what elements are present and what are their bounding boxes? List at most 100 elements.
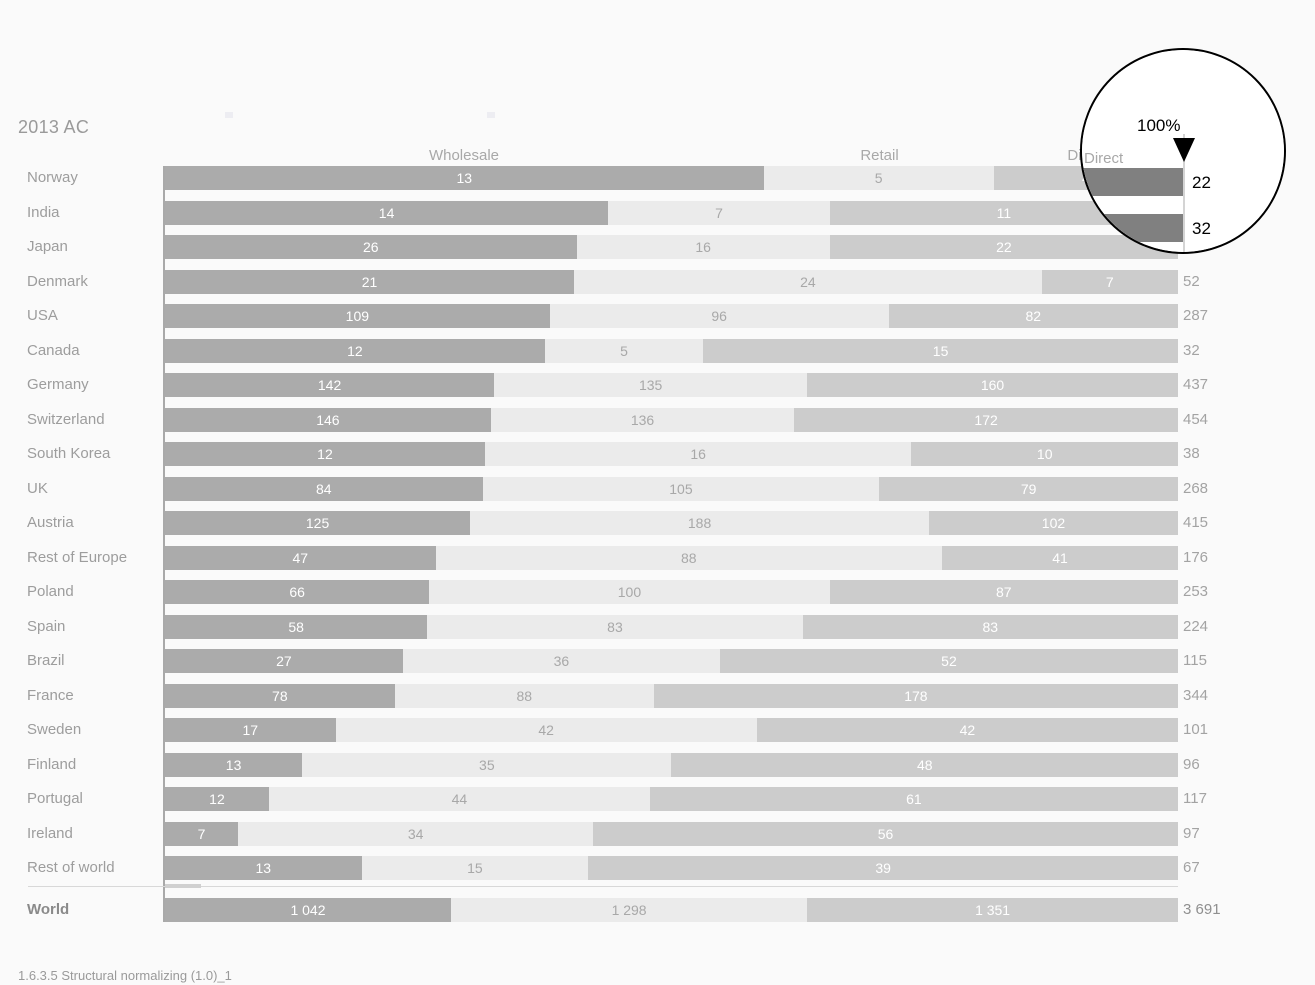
bar-segment-direct[interactable]: 41 (942, 546, 1178, 570)
bar-segment-direct[interactable]: 160 (807, 373, 1178, 397)
stacked-bar[interactable]: 66 100 87 (165, 580, 1178, 604)
bar-segment-retail[interactable]: 100 (429, 580, 830, 604)
bar-segment-wholesale[interactable]: 27 (165, 649, 403, 673)
table-row[interactable]: Sweden 17 42 42 101 (27, 718, 1208, 742)
stacked-bar[interactable]: 47 88 41 (165, 546, 1178, 570)
bar-segment-wholesale[interactable]: 13 (165, 753, 303, 777)
stacked-bar[interactable]: 14 7 11 (165, 201, 1178, 225)
bar-segment-wholesale[interactable]: 14 (165, 201, 609, 225)
bar-segment-retail[interactable]: 105 (482, 477, 880, 501)
bar-segment-retail[interactable]: 24 (574, 270, 1042, 294)
bar-segment-direct[interactable]: 1 351 (807, 898, 1178, 922)
bar-segment-direct[interactable]: 4 (993, 166, 1178, 190)
stacked-bar[interactable]: 125 188 102 (165, 511, 1178, 535)
bar-segment-retail[interactable]: 96 (549, 304, 889, 328)
bar-segment-wholesale[interactable]: 17 (165, 718, 336, 742)
bar-segment-direct[interactable]: 83 (802, 615, 1178, 639)
bar-segment-retail[interactable]: 88 (394, 684, 654, 708)
bar-segment-wholesale[interactable]: 12 (165, 787, 269, 811)
table-row[interactable]: Portugal 12 44 61 117 (27, 787, 1207, 811)
bar-segment-retail[interactable]: 135 (494, 373, 808, 397)
table-row[interactable]: World 1 042 1 298 1 351 3 691 (27, 898, 1221, 922)
bar-segment-retail[interactable]: 188 (470, 511, 929, 535)
bar-segment-wholesale[interactable]: 12 (165, 339, 545, 363)
bar-segment-wholesale[interactable]: 78 (165, 684, 395, 708)
table-row[interactable]: Japan 26 16 22 64 (27, 235, 1200, 259)
bar-segment-wholesale[interactable]: 13 (165, 856, 362, 880)
bar-segment-retail[interactable]: 34 (238, 822, 594, 846)
bar-segment-retail[interactable]: 83 (427, 615, 803, 639)
bar-segment-wholesale[interactable]: 21 (165, 270, 575, 294)
stacked-bar[interactable]: 13 35 48 (165, 753, 1178, 777)
bar-segment-retail[interactable]: 16 (576, 235, 830, 259)
bar-segment-retail[interactable]: 7 (608, 201, 830, 225)
stacked-bar[interactable]: 78 88 178 (165, 684, 1178, 708)
table-row[interactable]: Canada 12 5 15 32 (27, 339, 1200, 363)
table-row[interactable]: Denmark 21 24 7 52 (27, 270, 1200, 294)
table-row[interactable]: Rest of world 13 15 39 67 (27, 856, 1200, 880)
bar-segment-direct[interactable]: 15 (703, 339, 1178, 363)
bar-segment-retail[interactable]: 15 (361, 856, 589, 880)
table-row[interactable]: Finland 13 35 48 96 (27, 753, 1200, 777)
bar-segment-retail[interactable]: 44 (268, 787, 650, 811)
bar-segment-wholesale[interactable]: 1 042 (165, 898, 451, 922)
table-row[interactable]: Rest of Europe 47 88 41 176 (27, 546, 1208, 570)
bar-segment-direct[interactable]: 87 (829, 580, 1178, 604)
table-row[interactable]: Germany 142 135 160 437 (27, 373, 1208, 397)
stacked-bar[interactable]: 1 042 1 298 1 351 (165, 898, 1178, 922)
bar-segment-retail[interactable]: 35 (302, 753, 672, 777)
table-row[interactable]: South Korea 12 16 10 38 (27, 442, 1200, 466)
stacked-bar[interactable]: 58 83 83 (165, 615, 1178, 639)
table-row[interactable]: Spain 58 83 83 224 (27, 615, 1208, 639)
bar-segment-direct[interactable]: 42 (756, 718, 1178, 742)
table-row[interactable]: UK 84 105 79 268 (27, 477, 1208, 501)
bar-segment-wholesale[interactable]: 84 (165, 477, 483, 501)
bar-segment-retail[interactable]: 5 (544, 339, 704, 363)
bar-segment-wholesale[interactable]: 47 (165, 546, 436, 570)
bar-segment-wholesale[interactable]: 7 (165, 822, 239, 846)
stacked-bar[interactable]: 17 42 42 (165, 718, 1178, 742)
bar-segment-direct[interactable]: 39 (588, 856, 1178, 880)
table-row[interactable]: USA 109 96 82 287 (27, 304, 1208, 328)
bar-segment-direct[interactable]: 82 (888, 304, 1178, 328)
bar-segment-retail[interactable]: 42 (335, 718, 757, 742)
bar-segment-direct[interactable]: 56 (593, 822, 1178, 846)
bar-segment-retail[interactable]: 88 (435, 546, 943, 570)
bar-segment-direct[interactable]: 172 (794, 408, 1178, 432)
bar-segment-wholesale[interactable]: 12 (165, 442, 485, 466)
bar-segment-retail[interactable]: 36 (402, 649, 720, 673)
bar-segment-direct[interactable]: 11 (829, 201, 1178, 225)
stacked-bar[interactable]: 109 96 82 (165, 304, 1178, 328)
bar-segment-direct[interactable]: 79 (879, 477, 1178, 501)
bar-segment-direct[interactable]: 7 (1041, 270, 1178, 294)
bar-segment-retail[interactable]: 136 (490, 408, 795, 432)
stacked-bar[interactable]: 12 16 10 (165, 442, 1178, 466)
bar-segment-direct[interactable]: 52 (719, 649, 1178, 673)
bar-segment-direct[interactable]: 22 (829, 235, 1178, 259)
bar-segment-direct[interactable]: 10 (911, 442, 1178, 466)
table-row[interactable]: Austria 125 188 102 415 (27, 511, 1208, 535)
stacked-bar[interactable]: 27 36 52 (165, 649, 1178, 673)
stacked-bar[interactable]: 21 24 7 (165, 270, 1178, 294)
bar-segment-direct[interactable]: 102 (929, 511, 1178, 535)
stacked-bar[interactable]: 146 136 172 (165, 408, 1178, 432)
bar-segment-direct[interactable]: 61 (649, 787, 1178, 811)
bar-segment-wholesale[interactable]: 125 (165, 511, 471, 535)
table-row[interactable]: Switzerland 146 136 172 454 (27, 408, 1208, 432)
stacked-bar[interactable]: 7 34 56 (165, 822, 1178, 846)
bar-segment-wholesale[interactable]: 58 (165, 615, 428, 639)
bar-segment-wholesale[interactable]: 109 (165, 304, 550, 328)
stacked-bar[interactable]: 84 105 79 (165, 477, 1178, 501)
bar-segment-direct[interactable]: 48 (671, 753, 1178, 777)
bar-segment-wholesale[interactable]: 66 (165, 580, 430, 604)
table-row[interactable]: Ireland 7 34 56 97 (27, 822, 1200, 846)
table-row[interactable]: Poland 66 100 87 253 (27, 580, 1208, 604)
table-row[interactable]: India 14 7 11 32 (27, 201, 1200, 225)
stacked-bar[interactable]: 142 135 160 (165, 373, 1178, 397)
bar-segment-direct[interactable]: 178 (653, 684, 1178, 708)
table-row[interactable]: Norway 13 5 4 22 (27, 166, 1200, 190)
bar-segment-wholesale[interactable]: 146 (165, 408, 491, 432)
bar-segment-wholesale[interactable]: 26 (165, 235, 577, 259)
bar-segment-wholesale[interactable]: 13 (165, 166, 764, 190)
bar-segment-retail[interactable]: 5 (763, 166, 994, 190)
